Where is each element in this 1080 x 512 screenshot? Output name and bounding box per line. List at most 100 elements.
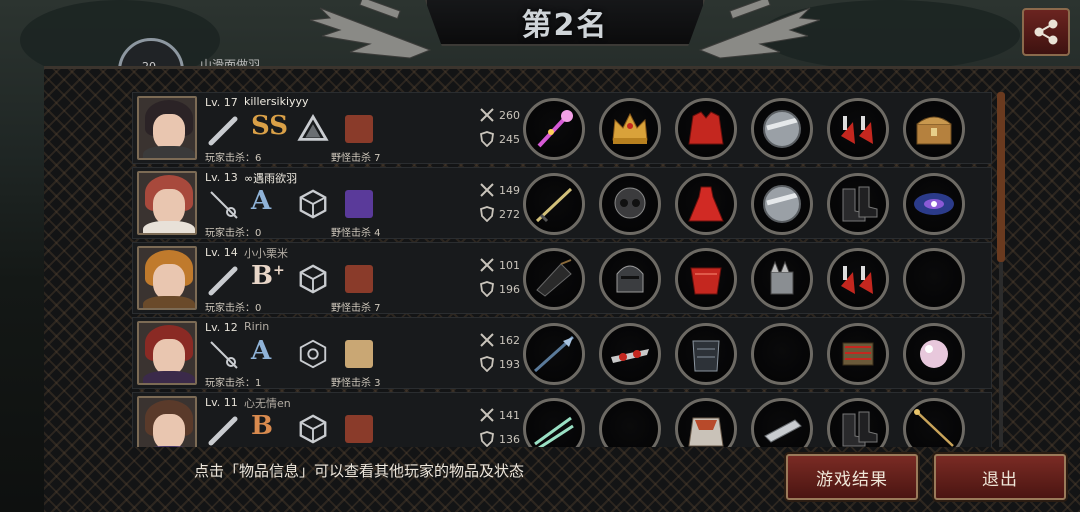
attack-value: 149: [499, 184, 520, 197]
game-result-button[interactable]: 游戏结果: [786, 454, 918, 500]
equipment-slot[interactable]: [903, 173, 965, 235]
equipment-slot[interactable]: [675, 98, 737, 160]
black-boots-icon: [842, 186, 878, 222]
player-portrait[interactable]: [137, 321, 197, 385]
equipment-slot[interactable]: [751, 173, 813, 235]
black-boots-icon: [842, 411, 878, 447]
purple-beast-pet-icon: [345, 190, 373, 218]
player-portrait[interactable]: [137, 396, 197, 447]
portrait-face: [153, 189, 185, 225]
player-row[interactable]: Lv. 13 ∞遇雨欲羽 A 玩家击杀：0 野怪击杀 4 149 272: [132, 167, 992, 239]
equipment-slot[interactable]: [827, 398, 889, 447]
player-row[interactable]: Lv. 12 Ririn A 玩家击杀：1 野怪击杀 3 162 193: [132, 317, 992, 389]
equipment-slot[interactable]: [903, 98, 965, 160]
equipment-slot[interactable]: [675, 173, 737, 235]
player-name: killersikiyyy: [244, 95, 309, 108]
equipment-slot[interactable]: [903, 323, 965, 385]
shield-icon: [480, 206, 494, 222]
right-wing-ornament: [698, 0, 820, 59]
share-icon: [1034, 19, 1058, 45]
crossed-swords-icon: [480, 183, 494, 197]
crossed-swords-icon: [480, 408, 494, 422]
player-row[interactable]: Lv. 11 心无情en B 玩家击杀：0 野怪击杀 0 141 136: [132, 392, 992, 447]
left-wing-ornament: [310, 0, 432, 59]
equipment-slot[interactable]: [523, 173, 585, 235]
equipment-slot[interactable]: [523, 98, 585, 160]
baseball-bat-icon: [208, 116, 238, 146]
monster-kills: 野怪击杀 3: [331, 378, 381, 389]
player-level: Lv. 12: [205, 321, 238, 334]
equipment-slot[interactable]: [827, 323, 889, 385]
scroll-bracer-icon: [842, 342, 874, 366]
portrait-face: [153, 414, 185, 447]
equipment-slot[interactable]: [751, 98, 813, 160]
shield-icon: [480, 281, 494, 297]
equipment-slot[interactable]: [675, 248, 737, 310]
defense-value: 193: [499, 358, 520, 371]
equipment-slot[interactable]: [827, 173, 889, 235]
shield-icon: [480, 356, 494, 372]
player-row[interactable]: Lv. 14 小小栗米 B+ 玩家击杀：0 野怪击杀 7 101 196: [132, 242, 992, 314]
share-button[interactable]: [1022, 8, 1070, 56]
monster-kills: 野怪击杀 7: [331, 303, 381, 314]
player-name: ∞遇雨欲羽: [244, 172, 298, 185]
royal-crown-icon: [612, 112, 648, 144]
equipment-slot[interactable]: [903, 398, 965, 447]
equipment-slot[interactable]: [599, 398, 661, 447]
equipment-slot[interactable]: [903, 248, 965, 310]
player-grade: B+: [251, 261, 285, 291]
player-portrait[interactable]: [137, 171, 197, 235]
goggles-pet-icon: [345, 415, 373, 443]
triangle-mastery-icon: [297, 113, 329, 141]
shield-icon: [480, 131, 494, 147]
treasure-chest-icon: [916, 116, 952, 145]
player-grade: A: [251, 186, 271, 216]
player-name: 小小栗米: [244, 247, 288, 260]
equipment-slot[interactable]: [751, 323, 813, 385]
equipment-slot[interactable]: [599, 173, 661, 235]
black-umbrella-icon: [536, 259, 572, 297]
player-portrait[interactable]: [137, 96, 197, 160]
grade-letter: A: [251, 186, 272, 216]
beige-pet-icon: [345, 340, 373, 368]
crossed-swords-icon: [480, 258, 494, 272]
attack-value: 141: [499, 409, 520, 422]
player-name: Ririn: [244, 320, 270, 333]
scrollbar-thumb[interactable]: [997, 92, 1005, 262]
player-kills: 玩家击杀：0: [205, 303, 262, 314]
player-row[interactable]: Lv. 17 killersikiyyy SS 玩家击杀：6 野怪击杀 7 26…: [132, 92, 992, 164]
player-list[interactable]: Lv. 17 killersikiyyy SS 玩家击杀：6 野怪击杀 7 26…: [132, 92, 992, 447]
equipment-slot[interactable]: [751, 248, 813, 310]
red-heels-icon: [841, 116, 873, 144]
equipment-slot[interactable]: [523, 398, 585, 447]
portrait-outfit: [143, 446, 195, 447]
equipment-slot[interactable]: [599, 323, 661, 385]
rapier-icon: [210, 191, 238, 219]
monster-kills: 野怪击杀 7: [331, 153, 381, 164]
red-jacket-icon: [688, 111, 724, 145]
equipment-slot[interactable]: [523, 248, 585, 310]
exit-button[interactable]: 退出: [934, 454, 1066, 500]
equipment-slot[interactable]: [827, 248, 889, 310]
equipment-slot[interactable]: [599, 98, 661, 160]
hex-mastery-icon: [299, 339, 327, 369]
equipment-slot[interactable]: [523, 323, 585, 385]
defense-value: 245: [499, 133, 520, 146]
equipment-slot[interactable]: [751, 398, 813, 447]
crossed-swords-icon: [480, 108, 494, 122]
player-grade: B: [251, 411, 273, 441]
equipment-slot[interactable]: [675, 398, 737, 447]
twin-blades-icon: [534, 416, 574, 447]
dark-armor-icon: [692, 340, 720, 372]
equipment-slot[interactable]: [827, 98, 889, 160]
red-goggles-icon: [611, 349, 649, 363]
player-portrait[interactable]: [137, 246, 197, 310]
portrait-face: [153, 114, 185, 150]
shield-icon: [480, 431, 494, 447]
attack-value: 162: [499, 334, 520, 347]
attack-value: 260: [499, 109, 520, 122]
baseball-bat-icon: [208, 266, 238, 296]
spiked-gauntlet-icon: [770, 260, 794, 295]
equipment-slot[interactable]: [675, 323, 737, 385]
equipment-slot[interactable]: [599, 248, 661, 310]
